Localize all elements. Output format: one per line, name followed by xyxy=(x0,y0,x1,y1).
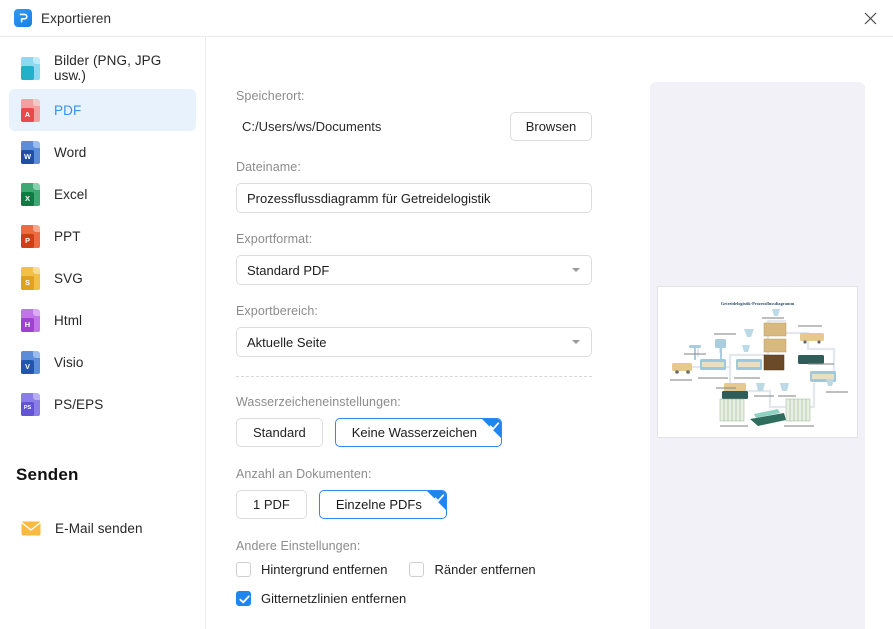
dialog-body: Bilder (PNG, JPG usw.) A PDF W Word X Excel P PP… xyxy=(0,37,893,629)
format-list: Bilder (PNG, JPG usw.) A PDF W Word X Excel P PP… xyxy=(0,47,205,425)
toggle-label: Einzelne PDFs xyxy=(335,497,422,512)
sidebar-item-bilder-png-jpg-usw[interactable]: Bilder (PNG, JPG usw.) xyxy=(9,47,196,89)
ppt-file-icon: P xyxy=(21,224,40,248)
checkbox-empty-icon[interactable] xyxy=(409,562,425,577)
preview-container: Getreidelogistik-Prozessflussdiagramm xyxy=(650,82,865,629)
sidebar-item-label: PDF xyxy=(54,102,82,118)
image-file-icon xyxy=(21,56,40,80)
location-value: C:/Users/ws/Documents xyxy=(242,119,382,134)
preview-pane: Getreidelogistik-Prozessflussdiagramm xyxy=(638,37,893,629)
export-range-value: Aktuelle Seite xyxy=(247,334,327,350)
checkbox-empty-icon[interactable] xyxy=(236,562,251,577)
toggle-label: 1 PDF xyxy=(253,497,290,512)
pdf-file-icon: A xyxy=(21,98,40,122)
sidebar-item-ps-eps[interactable]: PS PS/EPS xyxy=(9,383,196,425)
check-icon xyxy=(489,420,500,431)
export-range-select[interactable]: Aktuelle Seite xyxy=(236,327,592,357)
export-format-label: Exportformat: xyxy=(236,232,313,246)
sidebar-item-send-email[interactable]: E-Mail senden xyxy=(9,507,196,549)
document-thumbnail[interactable]: Getreidelogistik-Prozessflussdiagramm xyxy=(657,286,858,438)
sidebar-item-word[interactable]: W Word xyxy=(9,131,196,173)
toggle-label: Keine Wasserzeichen xyxy=(351,425,478,440)
export-dialog: Exportieren Bilder (PNG, JPG usw.) A PDF W W… xyxy=(0,0,893,629)
location-label: Speicherort: xyxy=(236,89,305,103)
sidebar-item-label: Bilder (PNG, JPG usw.) xyxy=(54,53,162,83)
export-format-select[interactable]: Standard PDF xyxy=(236,255,592,285)
checkbox-r-nder-entfernen[interactable]: Ränder entfernen xyxy=(409,562,536,577)
checkbox-label: Hintergrund entfernen xyxy=(261,562,388,577)
doc-count-label: Anzahl an Dokumenten: xyxy=(236,467,372,481)
window-title: Exportieren xyxy=(41,10,112,26)
sidebar-item-label: PPT xyxy=(54,228,81,244)
export-app-icon xyxy=(14,9,32,27)
watermark-option-standard[interactable]: Standard xyxy=(236,418,323,447)
checkbox-label: Ränder entfernen xyxy=(434,562,536,577)
sidebar-item-visio[interactable]: V Visio xyxy=(9,341,196,383)
export-settings-form: Speicherort: C:/Users/ws/Documents Brows… xyxy=(206,37,638,629)
send-section-title: Senden xyxy=(16,465,79,484)
sidebar-item-label: E-Mail senden xyxy=(55,520,143,536)
checkbox-label: Gitternetzlinien entfernen xyxy=(261,591,407,606)
sidebar-item-label: Excel xyxy=(54,186,88,202)
export-range-label: Exportbereich: xyxy=(236,304,318,318)
doc-count-option-1-pdf[interactable]: 1 PDF xyxy=(236,490,307,519)
browse-button[interactable]: Browsen xyxy=(510,112,592,141)
sidebar-item-svg[interactable]: S SVG xyxy=(9,257,196,299)
sidebar-item-html[interactable]: H Html xyxy=(9,299,196,341)
format-sidebar: Bilder (PNG, JPG usw.) A PDF W Word X Excel P PP… xyxy=(0,37,206,629)
sidebar-item-label: Visio xyxy=(54,354,84,370)
other-settings-label: Andere Einstellungen: xyxy=(236,539,361,553)
checkbox-row-1: Hintergrund entfernen Ränder entfernen xyxy=(236,562,592,577)
checkbox-row-2: Gitternetzlinien entfernen xyxy=(236,591,592,606)
visio-file-icon: V xyxy=(21,350,40,374)
checkbox-gitternetzlinien-entfernen[interactable]: Gitternetzlinien entfernen xyxy=(236,591,406,606)
ps-eps-file-icon: PS xyxy=(21,392,40,416)
chevron-down-icon xyxy=(572,268,580,272)
doc-count-option-einzelne-pdfs[interactable]: Einzelne PDFs xyxy=(318,490,447,519)
checkbox-checked-icon[interactable] xyxy=(236,591,251,606)
sidebar-item-excel[interactable]: X Excel xyxy=(9,173,196,215)
checkbox-hintergrund-entfernen[interactable]: Hintergrund entfernen xyxy=(236,562,387,577)
chevron-down-icon xyxy=(572,340,580,344)
watermark-label: Wasserzeicheneinstellungen: xyxy=(236,395,401,409)
sidebar-item-ppt[interactable]: P PPT xyxy=(9,215,196,257)
mail-icon xyxy=(21,521,41,536)
filename-input[interactable] xyxy=(236,183,592,213)
svg-file-icon: S xyxy=(21,266,40,290)
thumbnail-title: Getreidelogistik-Prozessflussdiagramm xyxy=(721,301,795,306)
sidebar-item-label: Html xyxy=(54,312,83,328)
grain-logistics-diagram: Getreidelogistik-Prozessflussdiagramm xyxy=(658,287,857,437)
sidebar-item-label: SVG xyxy=(54,270,83,286)
export-format-value: Standard PDF xyxy=(247,262,330,278)
sidebar-item-label: PS/EPS xyxy=(54,396,104,412)
sidebar-item-pdf[interactable]: A PDF xyxy=(9,89,196,131)
html-file-icon: H xyxy=(21,308,40,332)
location-row: C:/Users/ws/Documents Browsen xyxy=(236,112,592,141)
word-file-icon: W xyxy=(21,140,40,164)
filename-label: Dateiname: xyxy=(236,160,301,174)
sidebar-item-label: Word xyxy=(54,144,87,160)
doc-count-options: 1 PDF Einzelne PDFs xyxy=(236,490,592,519)
check-icon xyxy=(434,492,445,503)
titlebar: Exportieren xyxy=(0,0,893,37)
toggle-label: Standard xyxy=(253,425,306,440)
send-list: E-Mail senden xyxy=(0,507,205,549)
section-divider xyxy=(236,376,592,377)
watermark-option-keine-wasserzeichen[interactable]: Keine Wasserzeichen xyxy=(334,418,503,447)
close-icon[interactable] xyxy=(847,0,893,37)
watermark-options: Standard Keine Wasserzeichen xyxy=(236,418,592,447)
excel-file-icon: X xyxy=(21,182,40,206)
